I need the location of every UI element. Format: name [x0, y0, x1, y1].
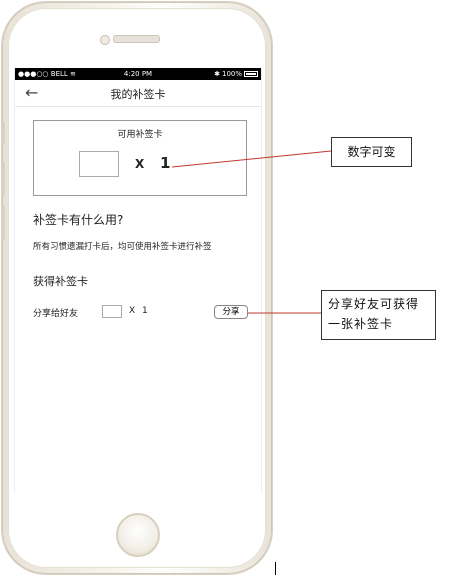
- obtain-title: 获得补签卡: [33, 275, 88, 288]
- share-button[interactable]: 分享: [214, 305, 248, 319]
- page-title: 我的补签卡: [110, 88, 166, 101]
- bluetooth-icon: ✱: [214, 70, 220, 78]
- share-multiplier: X: [129, 306, 136, 316]
- card-title: 可用补签卡: [117, 130, 163, 140]
- share-count: 1: [142, 306, 148, 316]
- card-count: 1: [160, 154, 171, 172]
- usage-question: 补签卡有什么用?: [33, 213, 124, 227]
- status-bar: ●●●○○ BELL ≋ 4:20 PM ✱ 100%: [15, 68, 261, 80]
- available-card-panel: 可用补签卡 X 1: [33, 120, 247, 196]
- nav-bar: ← 我的补签卡: [15, 80, 261, 107]
- annotation-note-share: 分享好友可获得一张补签卡: [321, 290, 436, 340]
- home-button[interactable]: [116, 513, 160, 557]
- card-multiplier: X: [135, 157, 145, 171]
- mute-switch: [2, 122, 5, 144]
- front-camera: [100, 35, 110, 45]
- annotation-note-number: 数字可变: [331, 137, 412, 167]
- battery-icon: [244, 71, 258, 77]
- status-right: ✱ 100%: [214, 68, 258, 80]
- earpiece-speaker: [113, 35, 160, 43]
- share-card-placeholder: [102, 305, 122, 318]
- edge-marker: [275, 562, 276, 575]
- volume-up-button: [2, 162, 5, 196]
- card-image-placeholder: [79, 151, 119, 177]
- share-label: 分享给好友: [33, 309, 79, 319]
- phone-screen: ●●●○○ BELL ≋ 4:20 PM ✱ 100% ← 我的补签卡 可用补签…: [14, 68, 262, 494]
- usage-description: 所有习惯遗漏打卡后，均可使用补签卡进行补签: [33, 242, 212, 252]
- battery-percent: 100%: [221, 70, 242, 78]
- volume-down-button: [2, 206, 5, 240]
